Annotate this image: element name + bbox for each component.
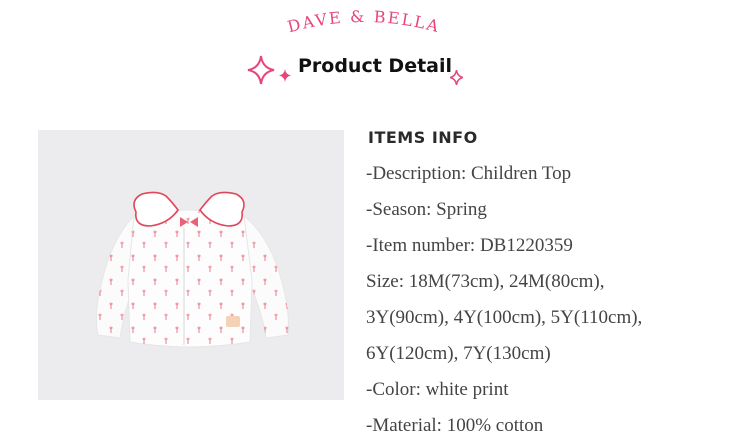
items-info: ITEMS INFO -Description: Children Top -S… [366,124,746,444]
info-description: -Description: Children Top [366,163,572,184]
brand-logo: DAVE & BELLA [285,7,442,36]
shirt-illustration [95,191,289,348]
brand-name: DAVE & BELLA [285,7,440,36]
page-title: Product Detail [297,55,453,77]
info-season: -Season: Spring [366,199,487,220]
info-item-number: -Item number: DB1220359 [366,235,573,256]
product-image [38,130,344,400]
info-size-line-3: 6Y(120cm), 7Y(130cm) [366,343,551,364]
info-size-line-2: 3Y(90cm), 4Y(100cm), 5Y(110cm), [366,307,643,328]
info-size-line-1: Size: 18M(73cm), 24M(80cm), [366,271,605,292]
svg-text:DAVE & BELLA: DAVE & BELLA [285,7,442,36]
info-color: -Color: white print [366,379,509,400]
info-material: -Material: 100% cotton [366,415,544,436]
items-info-heading: ITEMS INFO [368,128,478,147]
